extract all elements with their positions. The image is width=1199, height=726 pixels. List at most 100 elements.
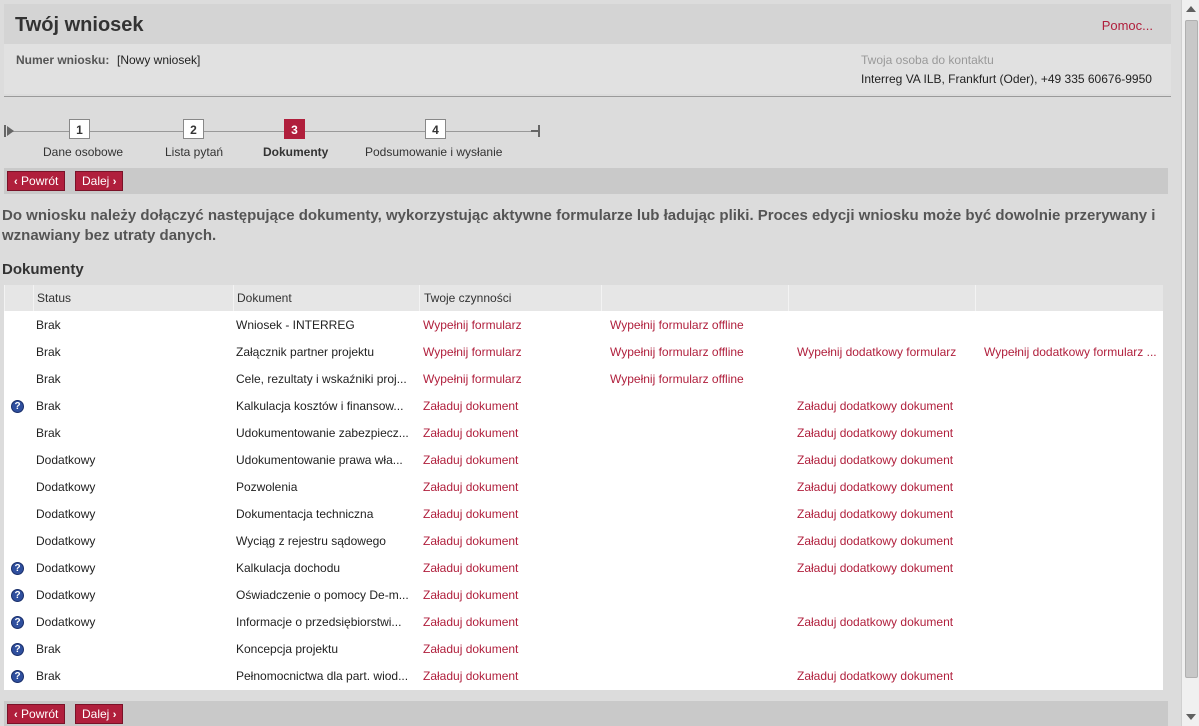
action-additional[interactable]: Załaduj dodatkowy dokument [797, 528, 973, 555]
page-title: Twój wniosek [15, 14, 144, 36]
cell-status: Brak [36, 426, 61, 440]
action-additional[interactable]: Załaduj dodatkowy dokument [797, 420, 973, 447]
column-header-icon [4, 285, 33, 311]
next-button-bottom[interactable]: Dalej › [75, 704, 124, 724]
cell-status: Brak [36, 318, 61, 332]
action-fill-offline[interactable]: Wypełnij formularz offline [610, 312, 786, 339]
cell-status: Dodatkowy [36, 615, 96, 629]
step-4-label[interactable]: Podsumowanie i wysłanie [365, 145, 502, 159]
chevron-left-icon: ‹ [14, 176, 18, 188]
help-link[interactable]: Pomoc... [1102, 18, 1153, 33]
action-fill-or-upload[interactable]: Załaduj dokument [423, 474, 599, 501]
cell-status: Brak [36, 642, 61, 656]
table-row: Dodatkowy Pozwolenia Załaduj dokument Załad… [4, 474, 1163, 501]
scroll-up-icon[interactable] [1186, 6, 1196, 12]
next-button-label: Dalej [82, 174, 110, 188]
action-fill-or-upload[interactable]: Wypełnij formularz [423, 366, 599, 393]
documents-table: Status Dokument Twoje czynności Brak Wnio… [4, 285, 1163, 690]
action-additional[interactable]: Załaduj dodatkowy dokument [797, 663, 973, 690]
back-button-top[interactable]: ‹ Powrót [7, 171, 66, 191]
cell-document: Udokumentowanie prawa wła... [236, 453, 403, 467]
back-button-label: Powrót [21, 707, 59, 721]
cell-status: Dodatkowy [36, 534, 96, 548]
step-3-box[interactable]: 3 [284, 119, 305, 139]
column-header-status: Status [33, 285, 233, 311]
chevron-right-icon: › [112, 176, 117, 188]
documents-section-title: Dokumenty [2, 261, 84, 278]
column-header-actions: Twoje czynności [419, 285, 601, 311]
cell-document: Wniosek - INTERREG [236, 318, 355, 332]
action-fill-or-upload[interactable]: Załaduj dokument [423, 636, 599, 663]
cell-document: Koncepcja projektu [236, 642, 339, 656]
scrollbar-thumb[interactable] [1185, 20, 1198, 678]
scroll-down-icon[interactable] [1186, 714, 1196, 720]
action-fill-offline[interactable]: Wypełnij formularz offline [610, 339, 786, 366]
action-fill-or-upload[interactable]: Wypełnij formularz [423, 339, 599, 366]
action-additional[interactable]: Załaduj dodatkowy dokument [797, 447, 973, 474]
action-fill-offline[interactable]: Wypełnij formularz offline [610, 366, 786, 393]
action-additional[interactable]: Załaduj dodatkowy dokument [797, 609, 973, 636]
back-button-label: Powrót [21, 174, 59, 188]
table-row: ? Dodatkowy Informacje o przedsiębiorstwi.… [4, 609, 1163, 636]
question-circle-icon[interactable]: ? [11, 589, 24, 602]
step-4-box[interactable]: 4 [425, 119, 446, 139]
action-fill-or-upload[interactable]: Wypełnij formularz [423, 312, 599, 339]
cell-document: Pozwolenia [236, 480, 298, 494]
cell-status: Brak [36, 399, 61, 413]
progress-stepper: 1 Dane osobowe 2 Lista pytań 3 Dokumenty… [4, 118, 564, 163]
step-2-label[interactable]: Lista pytań [165, 145, 223, 159]
header-title-bar: Twój wniosek Pomoc... [4, 4, 1171, 44]
action-fill-or-upload[interactable]: Załaduj dokument [423, 528, 599, 555]
cell-document: Cele, rezultaty i wskaźniki proj... [236, 372, 407, 386]
table-row: Brak Udokumentowanie zabezpiecz... Załaduj… [4, 420, 1163, 447]
action-additional[interactable]: Wypełnij dodatkowy formularz [797, 339, 973, 366]
cell-document: Kalkulacja kosztów i finansow... [236, 399, 404, 413]
next-button-top[interactable]: Dalej › [75, 171, 124, 191]
column-header-actions-4 [975, 285, 1163, 311]
question-circle-icon[interactable]: ? [11, 670, 24, 683]
cell-status: Brak [36, 345, 61, 359]
action-additional[interactable]: Załaduj dodatkowy dokument [797, 474, 973, 501]
action-fill-or-upload[interactable]: Załaduj dokument [423, 393, 599, 420]
table-row: ? Brak Kalkulacja kosztów i finansow... Zał… [4, 393, 1163, 420]
action-fill-or-upload[interactable]: Załaduj dokument [423, 555, 599, 582]
action-fill-or-upload[interactable]: Załaduj dokument [423, 447, 599, 474]
action-additional[interactable]: Załaduj dodatkowy dokument [797, 393, 973, 420]
page-header: Twój wniosek Pomoc... Numer wniosku: [No… [4, 4, 1171, 94]
action-fill-or-upload[interactable]: Załaduj dokument [423, 609, 599, 636]
cell-document: Udokumentowanie zabezpiecz... [236, 426, 409, 440]
stepper-start-icon [4, 125, 14, 137]
action-additional-2[interactable]: Wypełnij dodatkowy formularz ... [984, 339, 1161, 366]
question-circle-icon[interactable]: ? [11, 400, 24, 413]
back-button-bottom[interactable]: ‹ Powrót [7, 704, 66, 724]
application-number-value: [Nowy wniosek] [117, 53, 201, 67]
table-row: ? Dodatkowy Kalkulacja dochodu Załaduj doku… [4, 555, 1163, 582]
table-header: Status Dokument Twoje czynności [4, 285, 1163, 311]
step-1-label[interactable]: Dane osobowe [43, 145, 123, 159]
action-fill-or-upload[interactable]: Załaduj dokument [423, 663, 599, 690]
cell-status: Dodatkowy [36, 507, 96, 521]
cell-status: Dodatkowy [36, 588, 96, 602]
table-row: Dodatkowy Dokumentacja techniczna Załaduj … [4, 501, 1163, 528]
action-fill-or-upload[interactable]: Załaduj dokument [423, 420, 599, 447]
step-2-box[interactable]: 2 [183, 119, 204, 139]
step-3-label[interactable]: Dokumenty [263, 145, 328, 159]
cell-document: Wyciąg z rejestru sądowego [236, 534, 386, 548]
cell-document: Dokumentacja techniczna [236, 507, 374, 521]
question-circle-icon[interactable]: ? [11, 562, 24, 575]
action-additional[interactable]: Załaduj dodatkowy dokument [797, 555, 973, 582]
chevron-right-icon: › [112, 709, 117, 721]
contact-person-value: Interreg VA ILB, Frankfurt (Oder), +49 3… [861, 72, 1152, 86]
action-fill-or-upload[interactable]: Załaduj dokument [423, 501, 599, 528]
step-1-box[interactable]: 1 [69, 119, 90, 139]
question-circle-icon[interactable]: ? [11, 616, 24, 629]
question-circle-icon[interactable]: ? [11, 643, 24, 656]
application-number-label: Numer wniosku: [16, 53, 110, 67]
cell-document: Załącznik partner projektu [236, 345, 375, 359]
action-additional[interactable]: Załaduj dodatkowy dokument [797, 501, 973, 528]
stepper-track [12, 131, 537, 132]
vertical-scrollbar[interactable] [1181, 0, 1199, 726]
action-fill-or-upload[interactable]: Załaduj dokument [423, 582, 599, 609]
cell-document: Oświadczenie o pomocy De-m... [236, 588, 409, 602]
cell-status: Dodatkowy [36, 561, 96, 575]
